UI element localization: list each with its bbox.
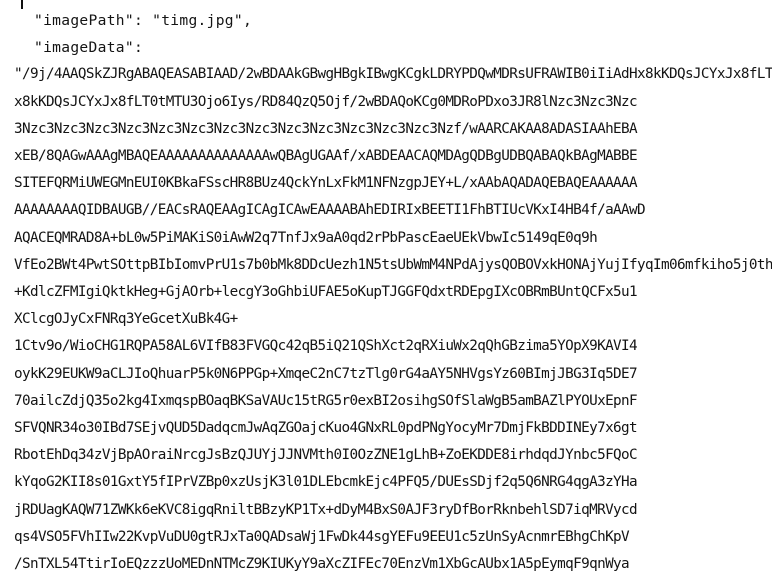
code-line: XClcgOJyCxFNRq3YeGcetXuBk4G+ (14, 311, 238, 328)
code-line: kYqoG2KII8s01GxtY5fIPrVZBp0xzUsjK3l01DLE… (14, 474, 638, 491)
code-viewer[interactable]: "imagePath": "timg.jpg", "imageData": "/9j… (0, 0, 772, 572)
code-line: jRDUagKAQW71ZWKk6eKVC8igqRniltBBzyKP1Tx+… (14, 501, 638, 518)
code-line: SITEFQRMiUWEGMnEUI0KBkaFSscHR8BUz4QckYnL… (14, 175, 638, 192)
code-line: oykK29EUKW9aCLJIoQhuarP5k0N6PPGp+XmqeC2n… (14, 365, 638, 382)
code-line: SFVQNR34o30IBd7SEjvQUD5DadqcmJwAqZGOajcK… (14, 420, 638, 437)
code-line: qs4VSO5FVhIIw22KvpVuDU0gtRJxTa0QADsaWj1F… (14, 528, 630, 545)
code-line: RbotEhDq34zVjBpAOraiNrcgJsBzQJUYjJJNVMth… (14, 447, 638, 464)
code-line: "/9j/4AAQSkZJRgABAQEASABIAAD/2wBDAAkGBwg… (14, 66, 772, 83)
code-line: "imageData": (34, 39, 144, 57)
code-line: VfEo2BWt4PwtSOttpBIbIomvPrU1s7b0bMk8DDcU… (14, 256, 772, 273)
code-text-body[interactable]: "imagePath": "timg.jpg", "imageData": "/9j… (0, 0, 772, 578)
code-line: 70ailcZdjQ35o2kg4IxmqspBOaqBKSaVAUc15tRG… (14, 392, 638, 409)
code-line: xEB/8QAGwAAAgMBAQEAAAAAAAAAAAAAAwQBAgUGA… (14, 148, 638, 165)
code-line: 1Ctv9o/WioCHG1RQPA58AL6VIfB83FVGQc42qB5i… (14, 338, 638, 355)
code-line: /SnTXL54TtirIoEQzzzUoMEDnNTMcZ9KIUKyY9aX… (14, 556, 630, 573)
code-line: AQACEQMRAD8A+bL0w5PiMAKiS0iAwW2q7TnfJx9a… (14, 229, 598, 246)
code-line: x8kKDQsJCYxJx8fLT0tMTU3Ojo6Iys/RD84QzQ5O… (14, 93, 638, 110)
code-line: +KdlcZFMIgiQktkHeg+GjAOrb+lecgY3oGhbiUFA… (14, 284, 638, 301)
code-line: "imagePath": "timg.jpg", (34, 12, 253, 29)
code-line: AAAAAAAAQIDBAUGB//EACsRAQEAAgICAgICAwEAA… (14, 202, 646, 219)
code-line: 3Nzc3Nzc3Nzc3Nzc3Nzc3Nzc3Nzc3Nzc3Nzc3Nzc… (14, 120, 638, 137)
